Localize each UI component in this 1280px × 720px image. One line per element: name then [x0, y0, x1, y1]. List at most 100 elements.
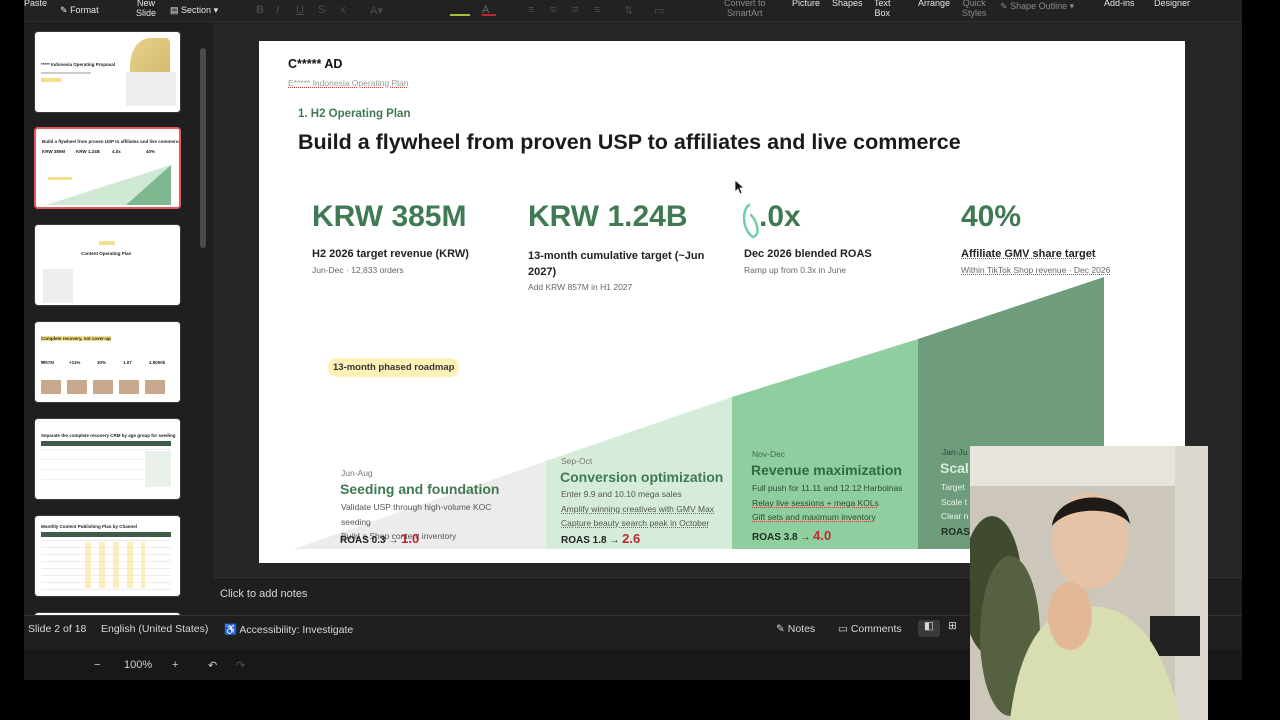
clear-format-icon[interactable]: x [340, 4, 354, 16]
phase-4-roas: ROAS [941, 527, 970, 538]
section-dropdown[interactable]: ▤ Section ▾ [170, 5, 218, 15]
roas-target: 2.6 [622, 531, 641, 546]
slide-thumbnail-6[interactable]: Monthly Content Publishing Plan by Chann… [34, 515, 181, 597]
phase-2-period: Sep-Oct [561, 456, 593, 466]
phase-4-title: Scal [940, 460, 969, 476]
text-box-label-line2: Box [874, 8, 891, 18]
thumbnail-highlights [85, 542, 145, 588]
notes-placeholder[interactable]: Click to add notes [220, 588, 307, 600]
quick-styles-label-line1: Quick [962, 0, 986, 8]
phase-3-title: Revenue maximization [751, 462, 902, 478]
align-left-icon[interactable]: ≡ [528, 4, 542, 16]
shape-outline-label: Shape Outline [1010, 1, 1068, 11]
font-color-icon[interactable]: A▾ [370, 4, 400, 17]
phase-4-line-3: Clear n [941, 511, 969, 521]
thumbnail-ramp-chart [46, 165, 171, 205]
thumbnail-stat-3: 30% [97, 360, 107, 365]
roadmap-tag: 13-month phased roadmap [328, 358, 460, 377]
format-label: Format [70, 5, 99, 15]
zoom-out-icon[interactable]: − [94, 659, 100, 671]
slide-thumbnails-panel: ***** Indonesia Operating Proposal Build… [24, 22, 214, 632]
thumbnail-stat-5: 1.5000k [149, 360, 166, 365]
strikethrough-icon[interactable]: S [318, 4, 332, 16]
new-slide-label-line1: New [137, 0, 156, 8]
slide-sorter-icon[interactable]: ⊞ [948, 620, 957, 632]
phase-2-line-3: Capture beauty search peak in October [561, 518, 710, 528]
paintbrush-icon: ✎ [60, 5, 68, 15]
align-right-icon[interactable]: ≡ [572, 4, 586, 16]
section-label: Section [181, 5, 212, 15]
italic-icon[interactable]: I [276, 4, 290, 16]
thumbnail-title: Content Operating Plan [81, 251, 132, 256]
phase-1-period: Jun-Aug [341, 468, 373, 478]
phase-2-title: Conversion optimization [560, 469, 724, 485]
phase-3-line-1: Full push for 11.11 and 12.12 Harbolnas [752, 483, 903, 493]
thumbnail-title: Monthly Content Publishing Plan by Chann… [41, 524, 137, 529]
bold-icon[interactable]: B [256, 4, 270, 16]
align-text-icon[interactable]: ▭ [654, 4, 668, 17]
notes-icon: ✎ [776, 623, 785, 635]
paste-button[interactable]: Paste [24, 0, 47, 8]
quick-styles-button[interactable]: Quick Styles [962, 0, 987, 18]
designer-button[interactable]: Designer [1154, 0, 1190, 8]
undo-icon[interactable]: ↶ [208, 659, 217, 672]
comments-button[interactable]: ▭ Comments [838, 623, 902, 635]
phase-1-roas: ROAS 0.3 → 1.0 [340, 531, 419, 546]
underline-icon[interactable]: U [296, 4, 310, 16]
ribbon-toolbar: Paste ✎ Format New Slide ▤ Section ▾ B I… [24, 0, 1242, 22]
redo-icon[interactable]: ↷ [236, 659, 245, 672]
language-indicator[interactable]: English (United States) [101, 623, 208, 635]
slide-thumbnail-4[interactable]: Complete recovery, not cover-up ₩57M +11… [34, 321, 181, 403]
thumbnail-title: ***** Indonesia Operating Proposal [41, 62, 116, 67]
normal-view-icon[interactable]: ◧ [918, 620, 940, 637]
shapes-button[interactable]: Shapes [832, 0, 863, 8]
comment-icon: ▭ [838, 623, 848, 635]
arrange-button[interactable]: Arrange [918, 0, 950, 8]
phase-2-roas: ROAS 1.8 → 2.6 [561, 531, 640, 546]
phase-2-line-1: Enter 9.9 and 10.10 mega sales [561, 489, 682, 499]
add-ins-button[interactable]: Add-ins [1104, 0, 1135, 8]
thumbnail-tag [41, 78, 61, 82]
phase-1-line-1: Validate USP through high-volume KOC [341, 502, 492, 512]
chevron-down-icon: ▾ [1069, 1, 1075, 11]
zoom-level[interactable]: 100% [124, 659, 152, 671]
picture-button[interactable]: Picture [792, 0, 820, 8]
thumbnail-scrollbar[interactable] [200, 48, 206, 248]
phase-4-period: Jan-Ju [942, 447, 968, 457]
text-direction-icon[interactable]: ⇅ [624, 4, 638, 17]
format-painter-button[interactable]: ✎ Format [60, 5, 99, 15]
phase-1-line-2: seeding [341, 517, 371, 527]
thumbnail-callout [145, 451, 171, 487]
roas-prefix: ROAS 0.3 → [340, 535, 399, 546]
comments-label: Comments [850, 623, 902, 635]
highlight-icon[interactable] [450, 4, 470, 16]
thumbnail-title: Separate the complete recovery CRM by ag… [41, 433, 176, 438]
thumbnail-line [41, 72, 91, 74]
section-icon: ▤ [170, 5, 179, 15]
thumbnail-stat-1: ₩57M [41, 360, 55, 365]
thumbnail-bars [41, 380, 171, 394]
slide-thumbnail-2[interactable]: Build a flywheel from proven USP to affi… [34, 127, 181, 209]
align-center-icon[interactable]: ≡ [550, 4, 564, 16]
convert-smartart-button[interactable]: Convert to SmartArt [724, 0, 766, 18]
accessibility-button[interactable]: ♿ Accessibility: Investigate [224, 623, 353, 636]
new-slide-button[interactable]: New Slide [136, 0, 156, 18]
shape-outline-icon: ✎ [1000, 1, 1008, 11]
thumbnail-tag [99, 241, 115, 245]
phase-3-period: Nov-Dec [752, 449, 786, 459]
shape-outline-button[interactable]: ✎ Shape Outline ▾ [1000, 1, 1074, 11]
text-color-icon[interactable]: A [482, 4, 496, 16]
notes-toggle-button[interactable]: ✎ Notes [776, 623, 815, 635]
roas-prefix: ROAS 1.8 → [561, 535, 620, 546]
phase-3-line-3: Gift sets and maximum inventory [752, 512, 876, 522]
slide-thumbnail-5[interactable]: Separate the complete recovery CRM by ag… [34, 418, 181, 500]
phase-2-line-2: Amplify winning creatives with GMV Max [561, 504, 715, 514]
justify-icon[interactable]: ≡ [594, 4, 608, 16]
new-slide-label-line2: Slide [136, 8, 157, 18]
accessibility-label: Accessibility: Investigate [239, 624, 354, 636]
slide-thumbnail-3[interactable]: Content Operating Plan [34, 224, 181, 306]
zoom-in-icon[interactable]: + [172, 659, 178, 671]
text-box-button[interactable]: Text Box [874, 0, 891, 18]
chevron-down-icon: ▾ [213, 5, 219, 15]
slide-thumbnail-1[interactable]: ***** Indonesia Operating Proposal [34, 31, 181, 113]
